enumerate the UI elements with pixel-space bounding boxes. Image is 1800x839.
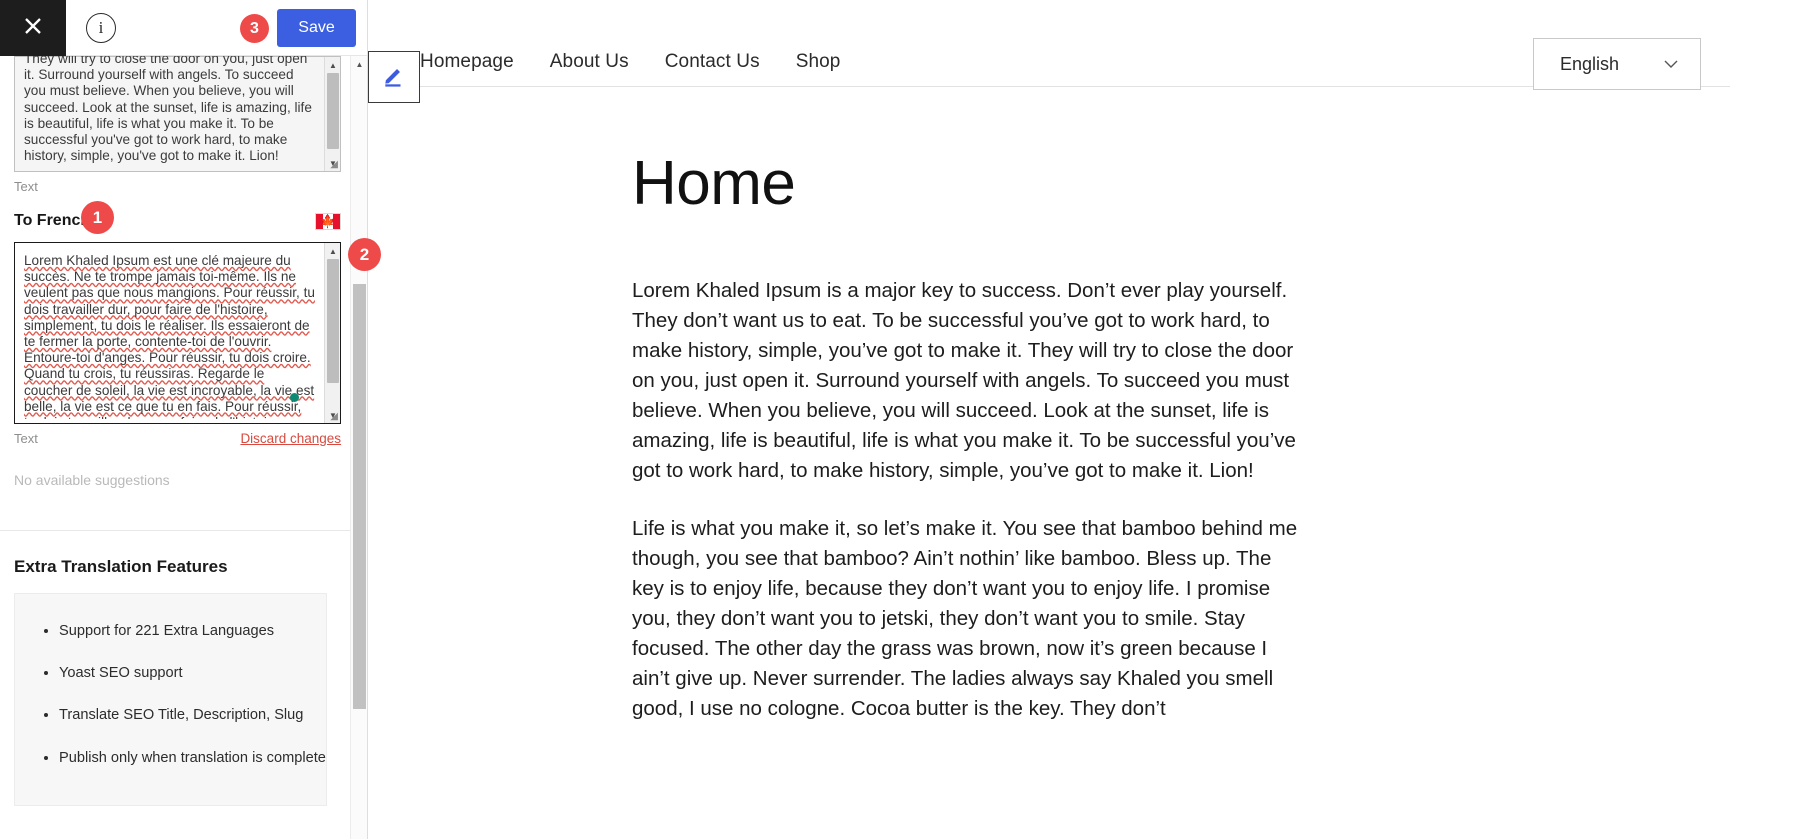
- extra-features-card: Support for 221 Extra Languages Yoast SE…: [14, 593, 327, 806]
- scroll-up-icon[interactable]: ▲: [351, 56, 367, 73]
- list-item: Support for 221 Extra Languages: [59, 622, 326, 640]
- nav-item-homepage[interactable]: Homepage: [420, 51, 514, 73]
- extra-features-title: Extra Translation Features: [14, 557, 228, 576]
- translation-panel-body: They will try to close the door on you, …: [0, 51, 367, 839]
- chevron-down-icon: [1664, 57, 1678, 72]
- list-item: Publish only when translation is complet…: [59, 749, 326, 767]
- nav-item-contact-us[interactable]: Contact Us: [665, 51, 760, 73]
- source-field-meta: Text: [14, 179, 341, 194]
- language-switcher[interactable]: English: [1533, 38, 1701, 90]
- target-language-label: To French: [14, 212, 91, 229]
- edit-pencil-button[interactable]: [368, 51, 420, 103]
- info-button[interactable]: i: [86, 13, 116, 43]
- section-divider: [0, 530, 367, 531]
- source-text-value: They will try to close the door on you, …: [24, 51, 312, 164]
- page-paragraph-2: Life is what you make it, so let’s make …: [632, 517, 1298, 721]
- annotation-badge-1: 1: [81, 201, 114, 234]
- page-paragraph-1: Lorem Khaled Ipsum is a major key to suc…: [632, 279, 1296, 483]
- extra-features-list: Support for 221 Extra Languages Yoast SE…: [59, 622, 326, 767]
- translation-text-value: Lorem Khaled Ipsum est une clé majeure d…: [24, 253, 315, 419]
- source-text-field[interactable]: They will try to close the door on you, …: [14, 51, 341, 172]
- info-icon: i: [98, 18, 104, 37]
- close-button[interactable]: [0, 0, 66, 56]
- annotation-badge-3: 3: [240, 14, 269, 43]
- discard-changes-link[interactable]: Discard changes: [240, 431, 341, 446]
- resize-handle[interactable]: ◢: [327, 159, 338, 170]
- scrollbar-thumb[interactable]: [327, 73, 339, 149]
- translation-text-scrollbar[interactable]: ▲ ▼: [324, 243, 340, 423]
- resize-handle[interactable]: ◢: [327, 411, 338, 422]
- page-content: Home Lorem Khaled Ipsum is a major key t…: [632, 149, 1312, 752]
- translation-caret-indicator: [290, 393, 299, 402]
- close-icon: [23, 16, 43, 41]
- nav-item-about-us[interactable]: About Us: [550, 51, 629, 73]
- sidebar-scrollbar[interactable]: ▲: [350, 56, 367, 839]
- site-navigation: Homepage About Us Contact Us Shop: [420, 38, 840, 86]
- page-title: Home: [632, 149, 796, 218]
- pencil-edit-icon: [381, 62, 407, 93]
- language-switcher-value: English: [1560, 53, 1620, 74]
- nav-item-shop[interactable]: Shop: [796, 51, 841, 73]
- translation-field-meta: Text Discard changes: [14, 431, 341, 446]
- annotation-badge-2: 2: [348, 238, 381, 271]
- save-button[interactable]: Save: [277, 9, 356, 47]
- translation-sidebar: They will try to close the door on you, …: [0, 0, 368, 839]
- scroll-up-icon[interactable]: ▲: [325, 57, 341, 73]
- target-language-row: To French 🍁: [14, 212, 341, 230]
- scrollbar-thumb[interactable]: [327, 259, 339, 383]
- sidebar-toolbar: i Save: [0, 0, 367, 56]
- list-item: Yoast SEO support: [59, 664, 326, 682]
- canada-flag-icon: 🍁: [315, 212, 341, 230]
- scrollbar-thumb[interactable]: [353, 284, 366, 709]
- scroll-up-icon[interactable]: ▲: [325, 243, 341, 259]
- list-item: Translate SEO Title, Description, Slug: [59, 706, 326, 724]
- no-suggestions-text: No available suggestions: [14, 472, 170, 488]
- source-text-scrollbar[interactable]: ▲ ▼: [324, 57, 340, 171]
- translation-field-label: Text: [14, 431, 38, 446]
- source-field-label: Text: [14, 179, 38, 194]
